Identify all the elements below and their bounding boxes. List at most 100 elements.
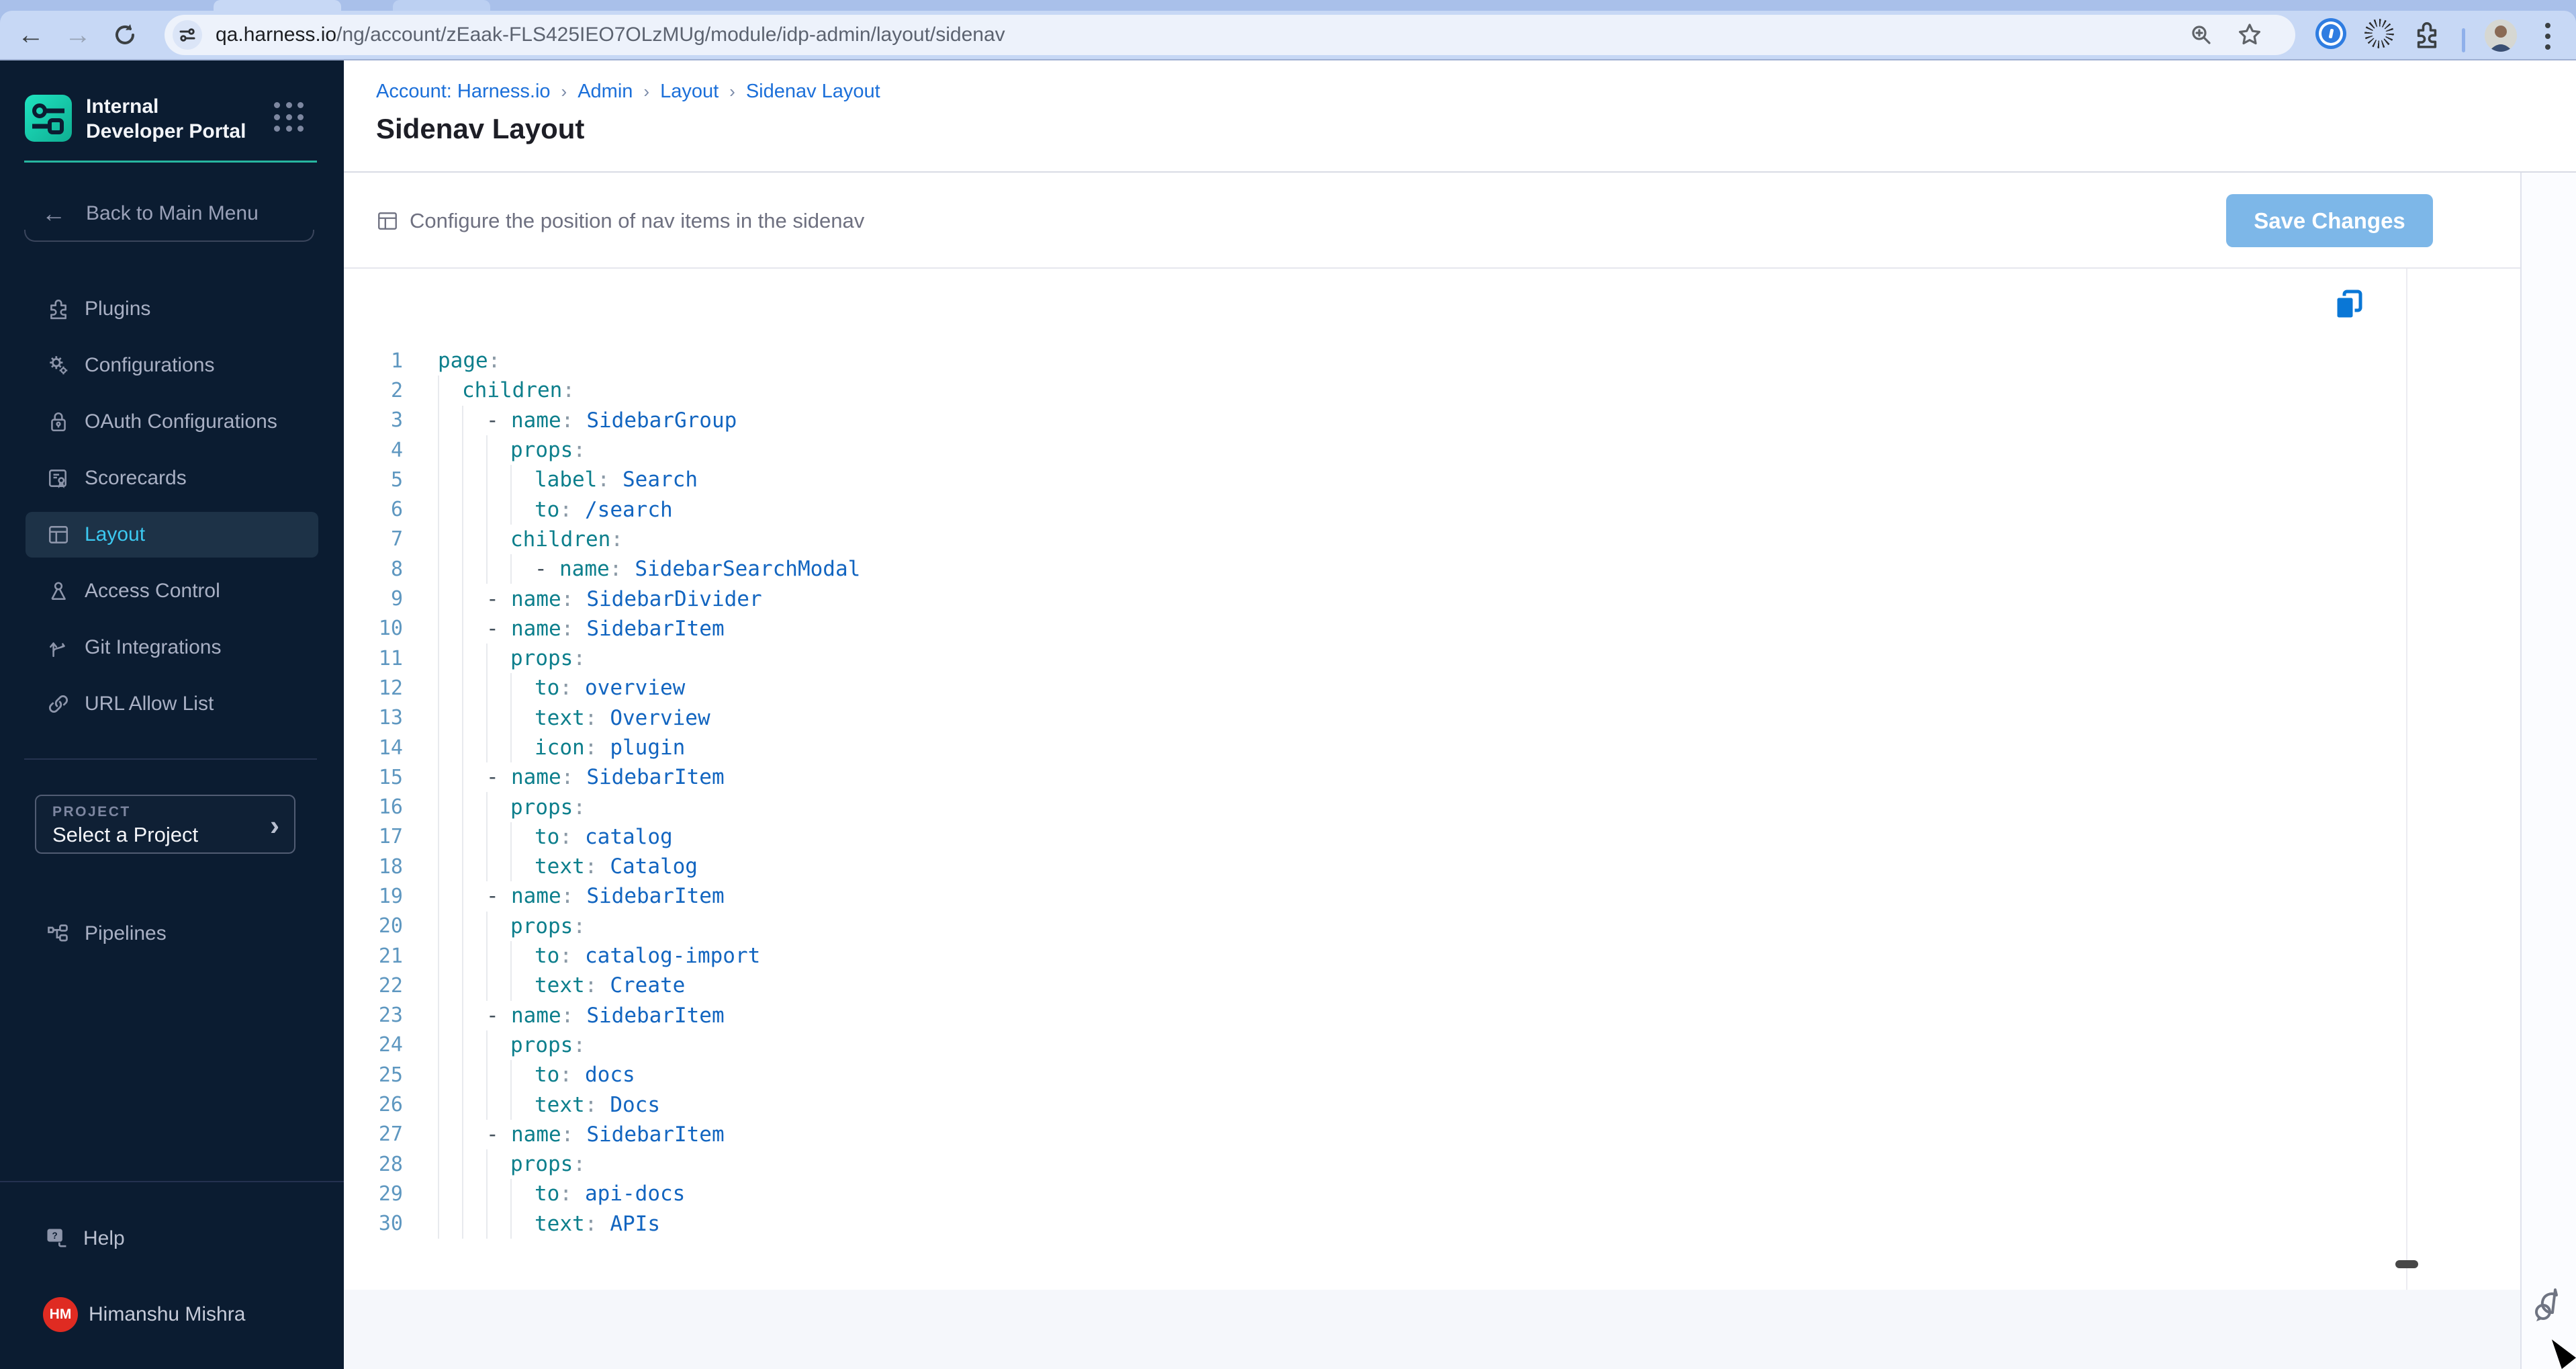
code-line[interactable]: 11 props:	[363, 643, 860, 674]
onepassword-extension-icon[interactable]	[2315, 18, 2346, 49]
sidebar-item-pipelines[interactable]: Pipelines	[0, 906, 344, 962]
code-line[interactable]: 21 to: catalog-import	[363, 940, 860, 971]
sidebar-item-oauth-configurations[interactable]: OAuth Configurations	[0, 394, 344, 450]
sidebar-item-layout[interactable]: Layout	[26, 512, 318, 558]
code-line[interactable]: 19 - name: SidebarItem	[363, 881, 860, 912]
breadcrumb-item-layout[interactable]: Layout	[660, 81, 719, 103]
back-to-main-menu[interactable]: ← Back to Main Menu	[24, 195, 317, 232]
code-line[interactable]: 12 to: overview	[363, 673, 860, 703]
browser-profile-avatar[interactable]	[2485, 19, 2517, 52]
breadcrumb-item-admin[interactable]: Admin	[578, 81, 633, 103]
line-number: 26	[378, 1093, 403, 1117]
yaml-colon: :	[573, 438, 586, 463]
indent-guide	[486, 643, 510, 674]
save-changes-button[interactable]: Save Changes	[2226, 194, 2433, 247]
indent-guide	[462, 1208, 486, 1239]
toolbar-divider	[2462, 28, 2465, 52]
code-line[interactable]: 15 - name: SidebarItem	[363, 762, 860, 793]
line-number: 18	[378, 854, 403, 879]
extensions-puzzle-icon[interactable]	[2412, 20, 2442, 50]
indent-guide	[438, 762, 462, 793]
copy-icon[interactable]	[2331, 288, 2366, 322]
code-line[interactable]: 23 - name: SidebarItem	[363, 1000, 860, 1030]
yaml-value: SidebarItem	[586, 884, 725, 909]
code-line[interactable]: 26 text: Docs	[363, 1090, 860, 1120]
yaml-key: to	[535, 824, 560, 849]
editor-scrollbar-thumb[interactable]	[2395, 1260, 2418, 1268]
browser-forward-icon[interactable]: →	[60, 17, 95, 52]
breadcrumb-item-sidenav-layout[interactable]: Sidenav Layout	[746, 81, 880, 103]
indent-guide	[486, 852, 510, 882]
indent-guide	[462, 1149, 486, 1180]
svg-text:?: ?	[52, 1231, 58, 1241]
sidebar-item-configurations[interactable]: Configurations	[0, 337, 344, 394]
code-line[interactable]: 25 to: docs	[363, 1060, 860, 1090]
yaml-editor[interactable]: 1 page:2 children:3- name: SidebarGroup 4 prop…	[344, 269, 2418, 1290]
code-line[interactable]: 5 label: Search	[363, 465, 860, 495]
code-line[interactable]: 7 children:	[363, 524, 860, 555]
user-profile[interactable]: HM Himanshu Mishra	[0, 1291, 344, 1338]
code-line[interactable]: 9 - name: SidebarDivider	[363, 584, 860, 614]
app-logo-row[interactable]: Internal Developer Portal	[24, 94, 320, 144]
code-line[interactable]: 18 text: Catalog	[363, 852, 860, 882]
url-text[interactable]: qa.harness.io/ng/account/zEaak-FLS425IEO…	[216, 15, 1005, 55]
yaml-value: SidebarItem	[586, 1122, 725, 1147]
code-line[interactable]: 24 props:	[363, 1030, 860, 1061]
code-line[interactable]: 10 - name: SidebarItem	[363, 613, 860, 644]
project-selector[interactable]: PROJECT Select a Project ›	[35, 795, 295, 854]
site-settings-icon[interactable]	[173, 20, 202, 50]
yaml-colon: :	[561, 408, 574, 433]
code-line[interactable]: 1 page:	[363, 346, 860, 376]
sidebar-item-access-control[interactable]: Access Control	[0, 563, 344, 619]
code-line[interactable]: 30 text: APIs	[363, 1208, 860, 1239]
code-line[interactable]: 29 to: api-docs	[363, 1179, 860, 1209]
yaml-colon: :	[559, 497, 572, 522]
code-line[interactable]: 8 - name: SidebarSearchModal	[363, 554, 860, 584]
support-chat-icon[interactable]	[2527, 1282, 2573, 1328]
breadcrumb-item-account-harness-io[interactable]: Account: Harness.io	[376, 81, 551, 103]
zoom-page-icon[interactable]	[2188, 21, 2215, 48]
code-line[interactable]: 4 props:	[363, 435, 860, 466]
user-avatar: HM	[43, 1297, 78, 1332]
browser-reload-icon[interactable]	[107, 17, 142, 52]
sidebar-item-label: URL Allow List	[85, 693, 214, 715]
code-line[interactable]: 2 children:	[363, 376, 860, 406]
code-line[interactable]: 22 text: Create	[363, 971, 860, 1001]
sidebar-item-help[interactable]: ? Help	[0, 1217, 344, 1260]
yaml-value: Overview	[610, 705, 710, 730]
breadcrumb-separator-icon: ›	[561, 81, 567, 101]
code-line[interactable]: 14 icon: plugin	[363, 732, 860, 763]
loading-extension-icon[interactable]	[2364, 19, 2394, 48]
code-line[interactable]: 16 props:	[363, 792, 860, 822]
sidebar-item-scorecards[interactable]: Scorecards	[0, 450, 344, 506]
yaml-key: props	[510, 914, 573, 938]
url-bar[interactable]: qa.harness.io/ng/account/zEaak-FLS425IEO…	[165, 15, 2295, 55]
app-grid-icon[interactable]	[274, 102, 305, 133]
sidebar-item-url-allow-list[interactable]: URL Allow List	[0, 676, 344, 732]
indent-guide	[462, 1179, 486, 1209]
bookmark-star-icon[interactable]	[2236, 21, 2263, 48]
indent-guide	[438, 1149, 462, 1180]
code-line[interactable]: 6 to: /search	[363, 494, 860, 525]
code-line[interactable]: 3 - name: SidebarGroup	[363, 405, 860, 435]
code-line[interactable]: 20 props:	[363, 911, 860, 941]
indent-guide	[462, 703, 486, 733]
indent-guide	[438, 554, 462, 584]
indent-guide	[438, 643, 462, 674]
idp-logo-icon	[24, 94, 73, 142]
code-line[interactable]: 17 to: catalog	[363, 822, 860, 852]
code-line[interactable]: 27 - name: SidebarItem	[363, 1119, 860, 1150]
yaml-value: SidebarItem	[586, 1003, 725, 1028]
sidebar-item-label: Access Control	[85, 580, 220, 602]
yaml-colon: :	[561, 884, 574, 909]
sidebar-item-plugins[interactable]: Plugins	[0, 281, 344, 337]
indent-guide	[462, 1119, 486, 1150]
browser-back-icon[interactable]: ←	[13, 17, 48, 52]
indent-guide	[486, 554, 510, 584]
browser-menu-icon[interactable]	[2544, 23, 2552, 50]
code-line[interactable]: 13 text: Overview	[363, 703, 860, 733]
yaml-dash: -	[486, 586, 499, 611]
indent-guide	[462, 852, 486, 882]
sidebar-item-git-integrations[interactable]: Git Integrations	[0, 619, 344, 676]
code-line[interactable]: 28 props:	[363, 1149, 860, 1180]
